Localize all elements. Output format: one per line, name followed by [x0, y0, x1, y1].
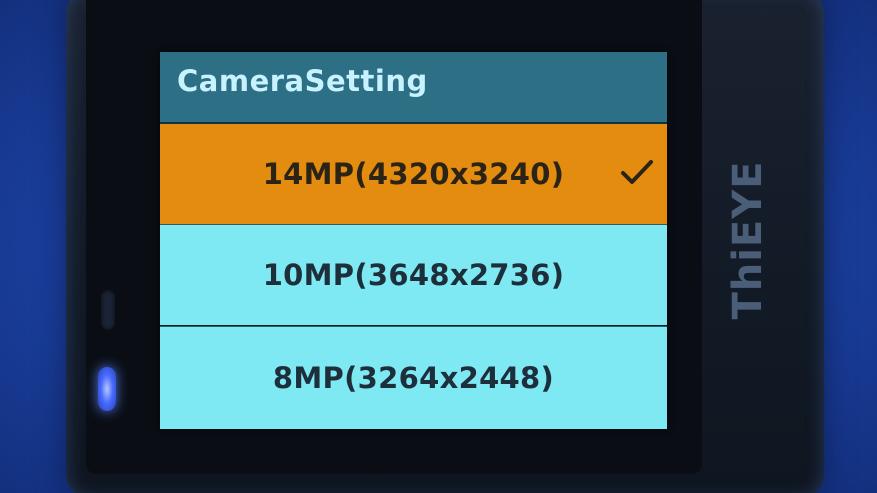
- option-label: 14MP(4320x3240): [262, 157, 565, 191]
- resolution-option-8mp[interactable]: 8MP(3264x2448): [160, 327, 667, 429]
- page-title: CameraSetting: [177, 64, 428, 98]
- resolution-option-14mp[interactable]: 14MP(4320x3240): [160, 124, 667, 224]
- microphone-slot: [101, 290, 115, 330]
- settings-header: CameraSetting: [160, 52, 667, 124]
- brand-logo: ThiEYE: [725, 160, 771, 320]
- option-label: 10MP(3648x2736): [262, 258, 565, 292]
- checkmark-icon: [621, 160, 653, 184]
- camera-screen: CameraSetting 14MP(4320x3240) 10MP(3648x…: [160, 52, 667, 429]
- photo-background: { "screen": { "title": "CameraSetting" }…: [0, 0, 877, 493]
- option-label: 8MP(3264x2448): [272, 361, 555, 395]
- resolution-option-10mp[interactable]: 10MP(3648x2736): [160, 225, 667, 325]
- status-light-icon: [98, 367, 116, 411]
